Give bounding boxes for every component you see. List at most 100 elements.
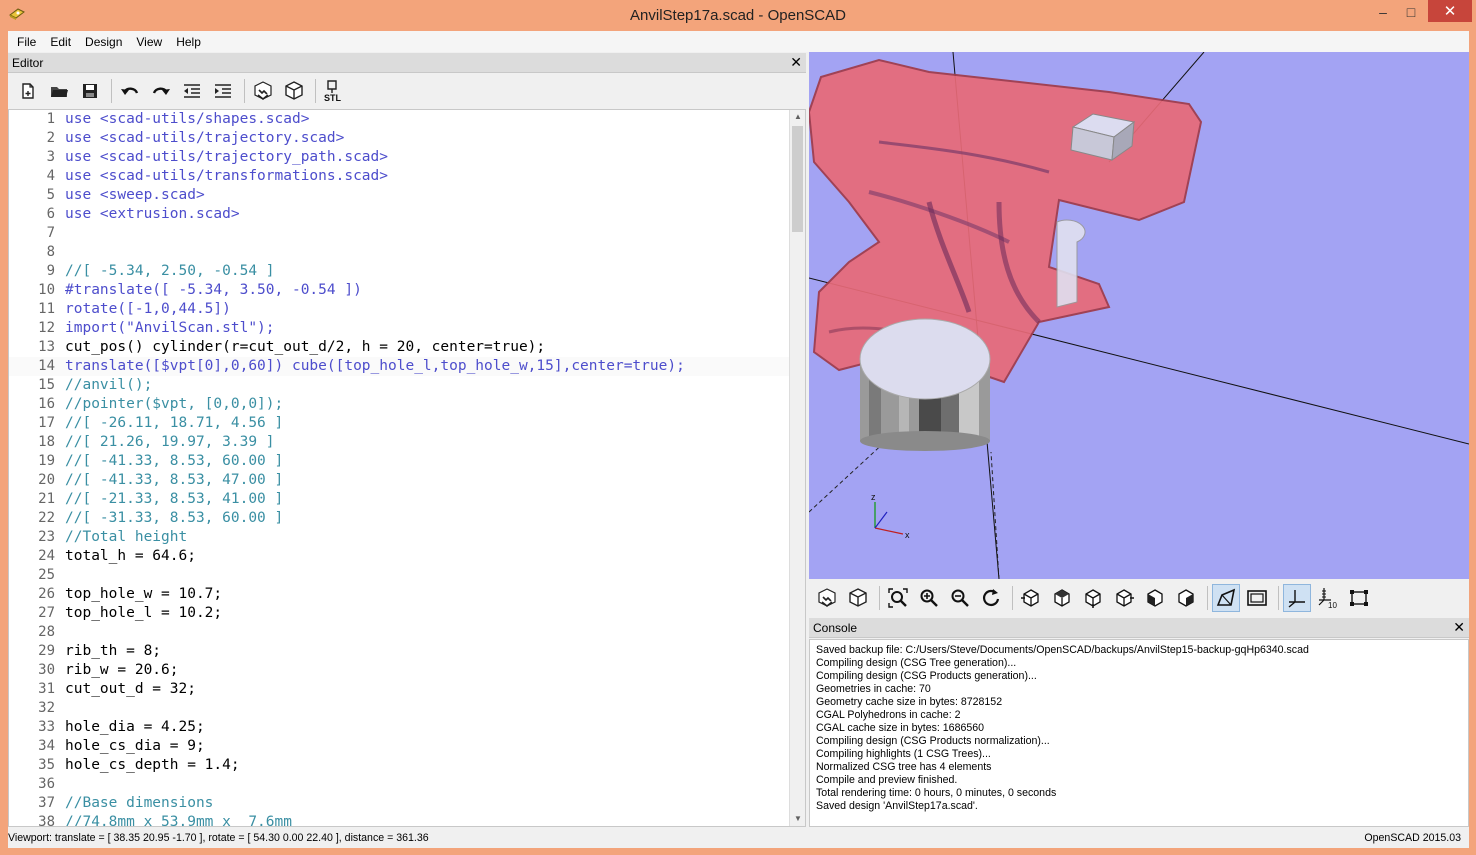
code-line[interactable]: 12 import("AnvilScan.stl"); — [9, 319, 791, 338]
view-back-icon[interactable] — [1172, 584, 1200, 612]
code-line[interactable]: 9 //[ -5.34, 2.50, -0.54 ] — [9, 262, 791, 281]
render-icon[interactable] — [280, 77, 308, 105]
console-close-button[interactable]: ✕ — [1453, 618, 1465, 637]
code-line[interactable]: 3 use <scad-utils/trajectory_path.scad> — [9, 148, 791, 167]
menu-design[interactable]: Design — [78, 35, 129, 49]
code-line[interactable]: 22 //[ -31.33, 8.53, 60.00 ] — [9, 509, 791, 528]
code-text[interactable]: rib_w = 20.6; — [65, 661, 179, 680]
code-line[interactable]: 27 top_hole_l = 10.2; — [9, 604, 791, 623]
code-line[interactable]: 38 //74.8mm x 53.9mm x 7.6mm — [9, 813, 791, 826]
code-text[interactable]: rotate([-1,0,44.5]) — [65, 300, 231, 319]
code-line[interactable]: 15 //anvil(); — [9, 376, 791, 395]
code-line[interactable]: 20 //[ -41.33, 8.53, 47.00 ] — [9, 471, 791, 490]
export-stl-icon[interactable]: STL — [320, 77, 348, 105]
code-text[interactable]: //[ -26.11, 18.71, 4.56 ] — [65, 414, 283, 433]
view-top-icon[interactable] — [1048, 584, 1076, 612]
code-text[interactable]: //[ -41.33, 8.53, 60.00 ] — [65, 452, 283, 471]
code-text[interactable]: //pointer($vpt, [0,0,0]); — [65, 395, 283, 414]
undo-icon[interactable] — [116, 77, 144, 105]
scrollbar-thumb[interactable] — [792, 126, 803, 232]
show-scale-icon[interactable]: 10 — [1314, 584, 1342, 612]
view-render-icon[interactable] — [844, 584, 872, 612]
code-lines[interactable]: 1 use <scad-utils/shapes.scad> 2 use <scad-… — [9, 110, 791, 826]
editor-vertical-scrollbar[interactable]: ▲ ▼ — [789, 110, 805, 826]
code-text[interactable]: use <sweep.scad> — [65, 186, 205, 205]
code-text[interactable]: hole_cs_dia = 9; — [65, 737, 205, 756]
code-line[interactable]: 2 use <scad-utils/trajectory.scad> — [9, 129, 791, 148]
code-text[interactable]: translate([$vpt[0],0,60]) cube([top_hole… — [65, 357, 685, 376]
view-right-icon[interactable] — [1017, 584, 1045, 612]
code-text[interactable]: hole_cs_depth = 1.4; — [65, 756, 240, 775]
code-text[interactable]: //[ 21.26, 19.97, 3.39 ] — [65, 433, 275, 452]
code-line[interactable]: 13 cut_pos() cylinder(r=cut_out_d/2, h = … — [9, 338, 791, 357]
editor-close-button[interactable]: ✕ — [790, 53, 802, 72]
code-text[interactable]: //Total height — [65, 528, 187, 547]
code-line[interactable]: 23 //Total height — [9, 528, 791, 547]
code-line[interactable]: 35 hole_cs_depth = 1.4; — [9, 756, 791, 775]
code-text[interactable]: top_hole_l = 10.2; — [65, 604, 222, 623]
view-all-icon[interactable] — [884, 584, 912, 612]
code-line[interactable]: 32 — [9, 699, 791, 718]
code-line[interactable]: 28 — [9, 623, 791, 642]
zoom-out-icon[interactable] — [946, 584, 974, 612]
code-line[interactable]: 37 //Base dimensions — [9, 794, 791, 813]
code-text[interactable]: use <extrusion.scad> — [65, 205, 240, 224]
code-line[interactable]: 6 use <extrusion.scad> — [9, 205, 791, 224]
zoom-in-icon[interactable] — [915, 584, 943, 612]
code-text[interactable]: use <scad-utils/trajectory_path.scad> — [65, 148, 388, 167]
code-text[interactable]: //[ -5.34, 2.50, -0.54 ] — [65, 262, 275, 281]
menu-view[interactable]: View — [129, 35, 169, 49]
code-text[interactable]: cut_out_d = 32; — [65, 680, 196, 699]
code-text[interactable]: //74.8mm x 53.9mm x 7.6mm — [65, 813, 292, 826]
console-output[interactable]: Saved backup file: C:/Users/Steve/Docume… — [809, 639, 1469, 827]
menu-edit[interactable]: Edit — [43, 35, 78, 49]
code-line[interactable]: 18 //[ 21.26, 19.97, 3.39 ] — [9, 433, 791, 452]
code-text[interactable]: //anvil(); — [65, 376, 152, 395]
code-line[interactable]: 34 hole_cs_dia = 9; — [9, 737, 791, 756]
code-line[interactable]: 14 translate([$vpt[0],0,60]) cube([top_ho… — [9, 357, 791, 376]
code-line[interactable]: 33 hole_dia = 4.25; — [9, 718, 791, 737]
open-file-icon[interactable] — [45, 77, 73, 105]
code-line[interactable]: 17 //[ -26.11, 18.71, 4.56 ] — [9, 414, 791, 433]
preview-icon[interactable] — [249, 77, 277, 105]
new-file-icon[interactable] — [14, 77, 42, 105]
code-line[interactable]: 4 use <scad-utils/transformations.scad> — [9, 167, 791, 186]
scroll-down-icon[interactable]: ▼ — [790, 812, 805, 826]
code-text[interactable]: import("AnvilScan.stl"); — [65, 319, 275, 338]
code-line[interactable]: 21 //[ -21.33, 8.53, 41.00 ] — [9, 490, 791, 509]
perspective-icon[interactable] — [1212, 584, 1240, 612]
save-icon[interactable] — [76, 77, 104, 105]
code-text[interactable]: cut_pos() cylinder(r=cut_out_d/2, h = 20… — [65, 338, 545, 357]
view-front-icon[interactable] — [1141, 584, 1169, 612]
indent-icon[interactable] — [209, 77, 237, 105]
menu-help[interactable]: Help — [169, 35, 208, 49]
code-line[interactable]: 31 cut_out_d = 32; — [9, 680, 791, 699]
code-line[interactable]: 30 rib_w = 20.6; — [9, 661, 791, 680]
code-line[interactable]: 26 top_hole_w = 10.7; — [9, 585, 791, 604]
code-editor[interactable]: 1 use <scad-utils/shapes.scad> 2 use <scad-… — [8, 109, 806, 827]
code-line[interactable]: 5 use <sweep.scad> — [9, 186, 791, 205]
code-text[interactable]: use <scad-utils/transformations.scad> — [65, 167, 388, 186]
show-edges-icon[interactable] — [1345, 584, 1373, 612]
reset-view-icon[interactable] — [977, 584, 1005, 612]
code-text[interactable]: use <scad-utils/trajectory.scad> — [65, 129, 344, 148]
code-line[interactable]: 29 rib_th = 8; — [9, 642, 791, 661]
title-bar[interactable]: AnvilStep17a.scad - OpenSCAD – □ ✕ — [0, 0, 1476, 31]
unindent-icon[interactable] — [178, 77, 206, 105]
view-bottom-icon[interactable] — [1079, 584, 1107, 612]
show-axes-icon[interactable] — [1283, 584, 1311, 612]
code-text[interactable]: hole_dia = 4.25; — [65, 718, 205, 737]
code-line[interactable]: 11 rotate([-1,0,44.5]) — [9, 300, 791, 319]
minimize-button[interactable]: – — [1370, 0, 1396, 24]
code-line[interactable]: 8 — [9, 243, 791, 262]
code-line[interactable]: 10 #translate([ -5.34, 3.50, -0.54 ]) — [9, 281, 791, 300]
code-text[interactable]: #translate([ -5.34, 3.50, -0.54 ]) — [65, 281, 362, 300]
code-line[interactable]: 24 total_h = 64.6; — [9, 547, 791, 566]
code-line[interactable]: 25 — [9, 566, 791, 585]
code-text[interactable]: total_h = 64.6; — [65, 547, 196, 566]
code-text[interactable]: //Base dimensions — [65, 794, 213, 813]
code-line[interactable]: 36 — [9, 775, 791, 794]
scroll-up-icon[interactable]: ▲ — [790, 110, 805, 124]
code-line[interactable]: 1 use <scad-utils/shapes.scad> — [9, 110, 791, 129]
code-text[interactable]: //[ -31.33, 8.53, 60.00 ] — [65, 509, 283, 528]
